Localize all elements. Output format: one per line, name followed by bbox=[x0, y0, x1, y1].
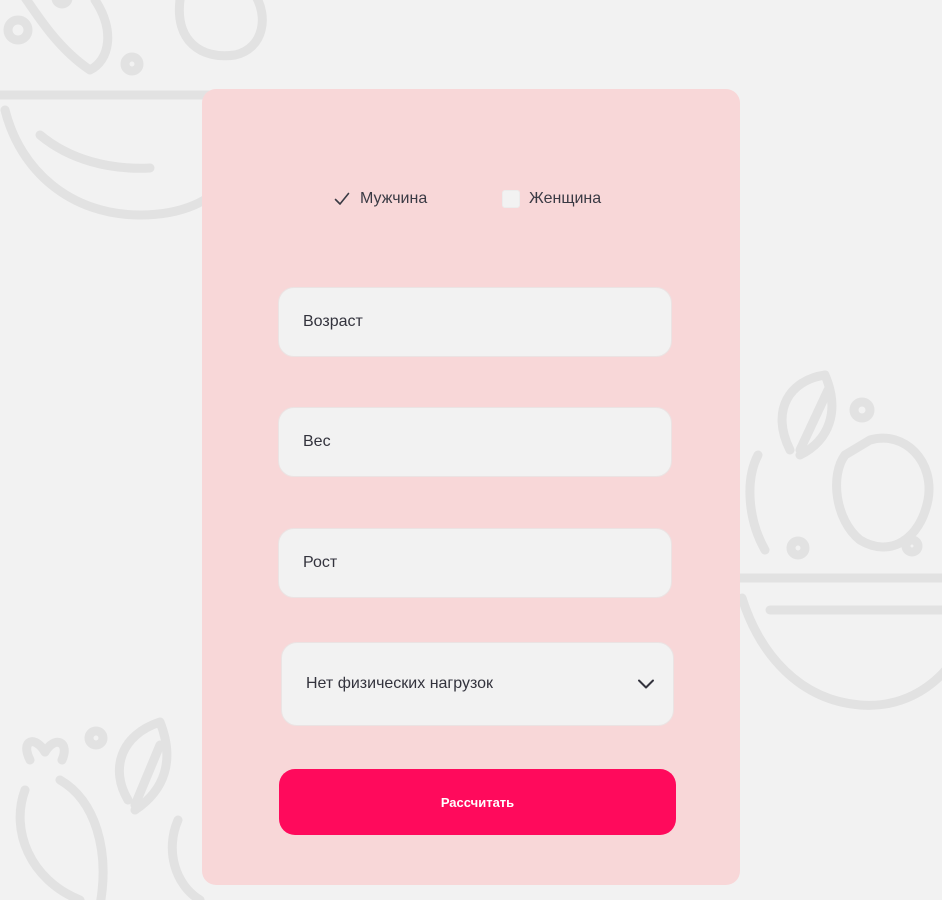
radish-icon bbox=[15, 726, 108, 900]
gender-selector: Мужчина Женщина bbox=[202, 187, 740, 211]
chevron-down-icon bbox=[638, 679, 654, 689]
female-checkbox[interactable] bbox=[502, 190, 520, 208]
male-checkbox[interactable] bbox=[333, 190, 351, 208]
page: Мужчина Женщина Нет физических нагрузок … bbox=[0, 0, 942, 900]
leaf-icon bbox=[115, 717, 205, 900]
weight-input[interactable] bbox=[303, 433, 671, 451]
gender-option-female[interactable]: Женщина bbox=[502, 187, 601, 211]
leaf-icon bbox=[777, 370, 875, 460]
activity-select[interactable]: Нет физических нагрузок bbox=[281, 642, 674, 726]
activity-select-value: Нет физических нагрузок bbox=[306, 675, 494, 692]
gender-option-male[interactable]: Мужчина bbox=[333, 187, 427, 211]
female-label: Женщина bbox=[529, 190, 602, 207]
height-input[interactable] bbox=[303, 554, 671, 572]
lemon-icon bbox=[51, 0, 267, 76]
carrot-icon bbox=[3, 0, 113, 75]
lemon-icon bbox=[745, 433, 934, 560]
weight-field[interactable] bbox=[278, 407, 672, 477]
checkmark-icon bbox=[334, 192, 350, 205]
salad-bowl-icon bbox=[0, 90, 240, 220]
age-input[interactable] bbox=[303, 313, 671, 331]
height-field[interactable] bbox=[278, 528, 672, 598]
male-label: Мужчина bbox=[360, 190, 428, 207]
calculator-form: Мужчина Женщина Нет физических нагрузок … bbox=[202, 89, 740, 885]
age-field[interactable] bbox=[278, 287, 672, 357]
salad-bowl-icon bbox=[733, 573, 942, 710]
calculate-button[interactable]: Рассчитать bbox=[279, 769, 676, 835]
